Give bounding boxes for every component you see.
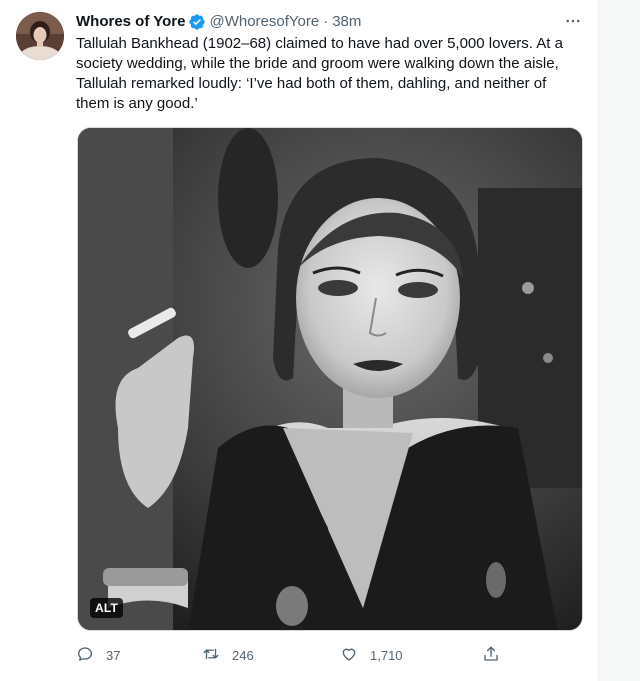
alt-text-badge[interactable]: ALT xyxy=(90,598,124,618)
retweet-count: 246 xyxy=(232,647,254,663)
reply-icon xyxy=(76,645,94,666)
author-avatar[interactable] xyxy=(16,12,64,60)
share-button[interactable] xyxy=(482,644,500,666)
tweet-actions: 37 246 1,710 xyxy=(76,644,516,666)
background-strip xyxy=(600,0,640,681)
portrait-photo xyxy=(78,128,582,630)
author-handle[interactable]: @WhoresofYore xyxy=(209,12,319,32)
share-icon xyxy=(482,645,500,666)
reply-count: 37 xyxy=(106,647,121,663)
like-button[interactable]: 1,710 xyxy=(340,644,403,666)
reply-button[interactable]: 37 xyxy=(76,644,120,666)
tweet-photo[interactable]: ALT xyxy=(77,127,583,631)
tweet-text-line: society wedding, while the bride and gro… xyxy=(76,55,559,72)
heart-icon xyxy=(340,645,358,666)
like-count: 1,710 xyxy=(370,647,403,663)
tweet-text-line: them is any good.’ xyxy=(76,95,198,112)
tweet-header: Whores of Yore @WhoresofYore · 38m xyxy=(76,12,576,32)
retweet-icon xyxy=(202,645,220,666)
tweet-timestamp[interactable]: 38m xyxy=(332,12,361,32)
separator-dot: · xyxy=(323,13,329,30)
tweet-card[interactable]: Whores of Yore @WhoresofYore · 38m Tallu… xyxy=(0,0,599,681)
more-horizontal-icon[interactable] xyxy=(560,10,586,32)
tweet-text-line: Tallulah remarked loudly: ‘I’ve had both… xyxy=(76,75,547,92)
retweet-button[interactable]: 246 xyxy=(202,644,254,666)
tweet-text: Tallulah Bankhead (1902–68) claimed to h… xyxy=(76,34,576,114)
author-name[interactable]: Whores of Yore xyxy=(76,12,185,32)
tweet-text-line: Tallulah Bankhead (1902–68) claimed to h… xyxy=(76,35,563,52)
verified-badge-icon xyxy=(188,13,206,31)
